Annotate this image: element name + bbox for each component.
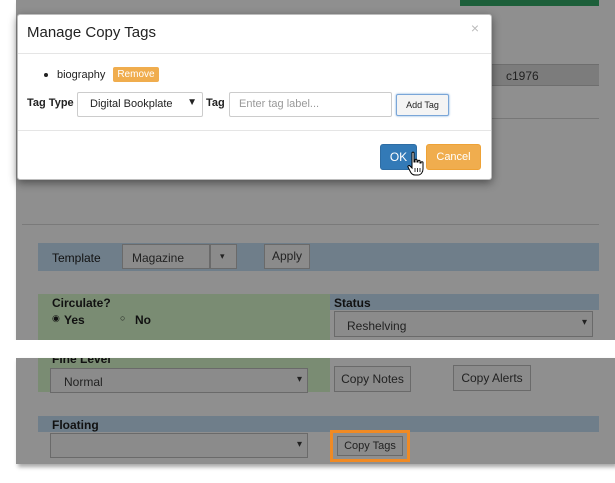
- modal-header-divider: [18, 53, 491, 54]
- modal-title: Manage Copy Tags: [27, 24, 156, 41]
- caret-down-icon: ▾: [220, 251, 225, 261]
- copy-tags-highlight: Copy Tags: [330, 430, 410, 462]
- fine-level-label: Fine Level: [52, 358, 111, 366]
- tag-type-label: Tag Type: [27, 97, 74, 109]
- template-label: Template: [52, 251, 101, 265]
- fine-level-select[interactable]: Normal ▾: [50, 368, 308, 393]
- copy-alerts-button[interactable]: Copy Alerts: [453, 365, 531, 391]
- remove-tag-button[interactable]: Remove: [113, 67, 159, 82]
- cancel-button[interactable]: Cancel: [426, 144, 481, 170]
- page: c1976 Template Magazine ▾ Apply Circulat…: [0, 0, 615, 483]
- circulate-label: Circulate?: [52, 296, 111, 310]
- caret-down-icon: ▾: [296, 439, 302, 450]
- floating-label: Floating: [52, 418, 99, 432]
- screenshot-tear: [0, 340, 615, 358]
- floating-select[interactable]: ▾: [50, 433, 308, 458]
- add-tag-button[interactable]: Add Tag: [396, 94, 449, 116]
- tag-field-label: Tag: [206, 97, 225, 109]
- caret-down-icon: ▾: [581, 317, 587, 328]
- apply-button[interactable]: Apply: [264, 244, 310, 269]
- status-select[interactable]: Reshelving ▾: [334, 311, 593, 337]
- hand-cursor-icon: [407, 151, 424, 176]
- close-icon[interactable]: ×: [471, 20, 479, 36]
- modal-footer-divider: [18, 130, 491, 131]
- status-value: Reshelving: [347, 319, 407, 333]
- tag-label-input[interactable]: Enter tag label...: [229, 92, 392, 117]
- tag-label: biography: [57, 68, 106, 81]
- background-editor-bottom: Fine Level Normal ▾ Copy Notes Copy Aler…: [16, 358, 615, 464]
- copy-notes-button[interactable]: Copy Notes: [334, 366, 411, 392]
- status-label: Status: [334, 296, 371, 310]
- manage-copy-tags-modal: Manage Copy Tags × biography Remove Tag …: [17, 14, 492, 180]
- radio-yes-icon[interactable]: ◉: [52, 313, 60, 324]
- floating-section: [38, 416, 599, 432]
- copy-tags-button[interactable]: Copy Tags: [337, 436, 403, 456]
- template-dropdown-button[interactable]: ▾: [210, 244, 237, 269]
- radio-yes-label: Yes: [64, 313, 85, 327]
- caret-down-icon: ▾: [296, 374, 302, 385]
- radio-no-label: No: [135, 313, 151, 327]
- bullet-icon: [44, 72, 48, 77]
- header-bar: [460, 0, 599, 6]
- radio-no-icon[interactable]: ○: [120, 313, 125, 323]
- grid-cell-value: c1976: [506, 69, 539, 83]
- caret-down-icon: ▼: [187, 97, 197, 108]
- tag-list-item: biography Remove: [44, 67, 159, 82]
- fine-level-value: Normal: [64, 375, 103, 389]
- tag-type-value: Digital Bookplate: [90, 98, 173, 110]
- template-select[interactable]: Magazine: [122, 244, 210, 269]
- divider: [22, 224, 599, 225]
- tag-type-select[interactable]: Digital Bookplate ▼: [77, 92, 203, 117]
